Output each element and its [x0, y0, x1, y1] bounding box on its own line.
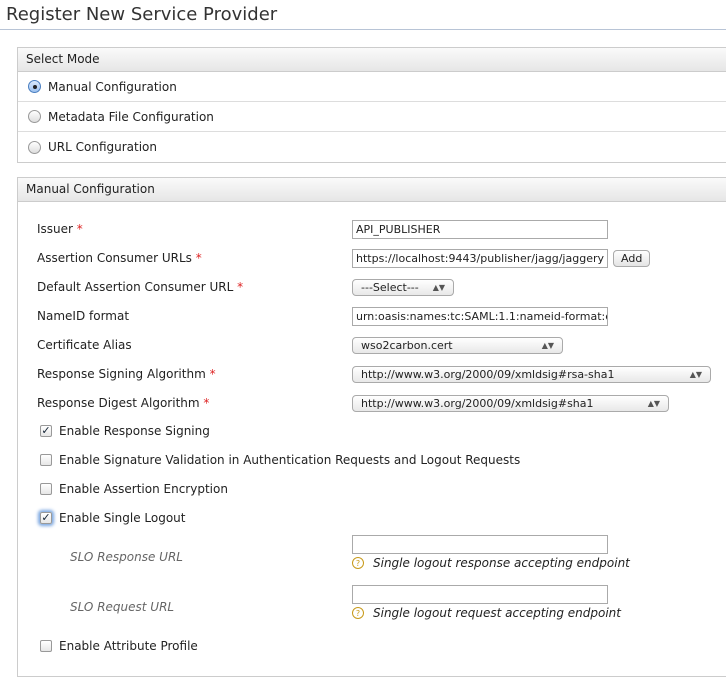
radio-button[interactable]: [28, 80, 41, 93]
required-mark: *: [76, 222, 83, 236]
mode-manual[interactable]: Manual Configuration: [18, 72, 726, 102]
mode-label: URL Configuration: [48, 140, 158, 154]
hint-text: Single logout request accepting endpoint: [373, 606, 621, 620]
default-acs-label: Default Assertion Consumer URL *: [37, 280, 352, 294]
default-acs-row: Default Assertion Consumer URL * ---Sele…: [37, 277, 454, 297]
issuer-label: Issuer *: [37, 222, 352, 236]
slo-response-hint: ? Single logout response accepting endpoi…: [352, 556, 630, 570]
checkbox[interactable]: [40, 483, 52, 495]
sign-alg-label: Response Signing Algorithm *: [37, 367, 352, 381]
checkbox-label: Enable Assertion Encryption: [59, 482, 228, 496]
checkbox-checked[interactable]: ✓: [40, 512, 52, 524]
label-text: Assertion Consumer URLs: [37, 251, 192, 265]
nameid-row: NameID format urn:oasis:names:tc:SAML:1.…: [37, 306, 608, 326]
enable-attribute-profile[interactable]: Enable Attribute Profile: [40, 639, 198, 653]
enable-signature-validation[interactable]: Enable Signature Validation in Authentic…: [40, 453, 520, 467]
select-value: http://www.w3.org/2000/09/xmldsig#rsa-sh…: [361, 367, 615, 381]
label-text: Issuer: [37, 222, 73, 236]
page-title: Register New Service Provider: [6, 4, 278, 25]
digest-alg-select[interactable]: http://www.w3.org/2000/09/xmldsig#sha1 ▲▼: [352, 394, 669, 412]
acs-label: Assertion Consumer URLs *: [37, 251, 352, 265]
checkbox-label: Enable Attribute Profile: [59, 639, 198, 653]
slo-request-input[interactable]: [352, 585, 608, 604]
slo-response-input[interactable]: [352, 535, 608, 554]
chevron-updown-icon: ▲▼: [647, 398, 660, 408]
manual-config-header: Manual Configuration: [18, 178, 726, 202]
nameid-input[interactable]: urn:oasis:names:tc:SAML:1.1:nameid-forma…: [352, 306, 608, 326]
issuer-input[interactable]: API_PUBLISHER: [352, 219, 608, 239]
add-acs-button[interactable]: Add: [613, 249, 651, 267]
checkbox[interactable]: [40, 454, 52, 466]
digest-alg-label: Response Digest Algorithm *: [37, 396, 352, 410]
acs-row: Assertion Consumer URLs * https://localh…: [37, 248, 651, 268]
chevron-updown-icon: ▲▼: [432, 282, 445, 292]
chevron-updown-icon: ▲▼: [541, 340, 554, 350]
mode-label: Manual Configuration: [48, 79, 177, 94]
select-value: wso2carbon.cert: [361, 338, 453, 352]
slo-response-label: SLO Response URL: [70, 550, 183, 564]
required-mark: *: [209, 367, 216, 381]
select-mode-panel: Select Mode Manual Configuration Metadat…: [17, 47, 726, 163]
required-mark: *: [195, 251, 202, 265]
sign-alg-row: Response Signing Algorithm * http://www.…: [37, 364, 711, 384]
issuer-row: Issuer * API_PUBLISHER: [37, 219, 608, 239]
label-text: Default Assertion Consumer URL: [37, 280, 234, 294]
enable-single-logout[interactable]: ✓ Enable Single Logout: [40, 511, 185, 525]
checkbox-label: Enable Signature Validation in Authentic…: [59, 453, 521, 467]
hint-text: Single logout response accepting endpoin…: [373, 556, 630, 570]
nameid-label: NameID format: [37, 309, 130, 323]
label-text: Response Signing Algorithm: [37, 367, 206, 381]
cert-row: Certificate Alias wso2carbon.cert ▲▼: [37, 335, 563, 355]
mode-url[interactable]: URL Configuration: [18, 132, 726, 162]
mode-label: Metadata File Configuration: [48, 109, 214, 124]
slo-request-hint: ? Single logout request accepting endpoin…: [352, 606, 621, 620]
label-text: Response Digest Algorithm: [37, 396, 200, 410]
title-divider: [0, 29, 726, 30]
sign-alg-select[interactable]: http://www.w3.org/2000/09/xmldsig#rsa-sh…: [352, 365, 711, 383]
cert-select[interactable]: wso2carbon.cert ▲▼: [352, 336, 563, 354]
radio-button[interactable]: [28, 140, 41, 154]
select-value: ---Select---: [361, 280, 419, 294]
acs-input[interactable]: https://localhost:9443/publisher/jagg/ja…: [352, 248, 608, 268]
required-mark: *: [237, 280, 244, 294]
help-icon: ?: [352, 557, 364, 569]
checkbox[interactable]: [40, 640, 52, 652]
radio-button[interactable]: [28, 110, 41, 123]
slo-request-label: SLO Request URL: [70, 600, 175, 614]
cert-label: Certificate Alias: [37, 338, 132, 352]
mode-metadata-file[interactable]: Metadata File Configuration: [18, 102, 726, 132]
required-mark: *: [203, 396, 210, 410]
checkbox-label: Enable Single Logout: [59, 511, 186, 525]
select-mode-header: Select Mode: [18, 48, 726, 72]
select-value: http://www.w3.org/2000/09/xmldsig#sha1: [361, 396, 594, 410]
digest-alg-row: Response Digest Algorithm * http://www.w…: [37, 393, 669, 413]
enable-assertion-encryption[interactable]: Enable Assertion Encryption: [40, 482, 228, 496]
help-icon: ?: [352, 607, 364, 619]
default-acs-select[interactable]: ---Select--- ▲▼: [352, 278, 454, 296]
checkbox-checked[interactable]: ✓: [40, 425, 52, 437]
enable-response-signing[interactable]: ✓ Enable Response Signing: [40, 424, 210, 438]
chevron-updown-icon: ▲▼: [689, 369, 702, 379]
checkbox-label: Enable Response Signing: [59, 424, 210, 438]
